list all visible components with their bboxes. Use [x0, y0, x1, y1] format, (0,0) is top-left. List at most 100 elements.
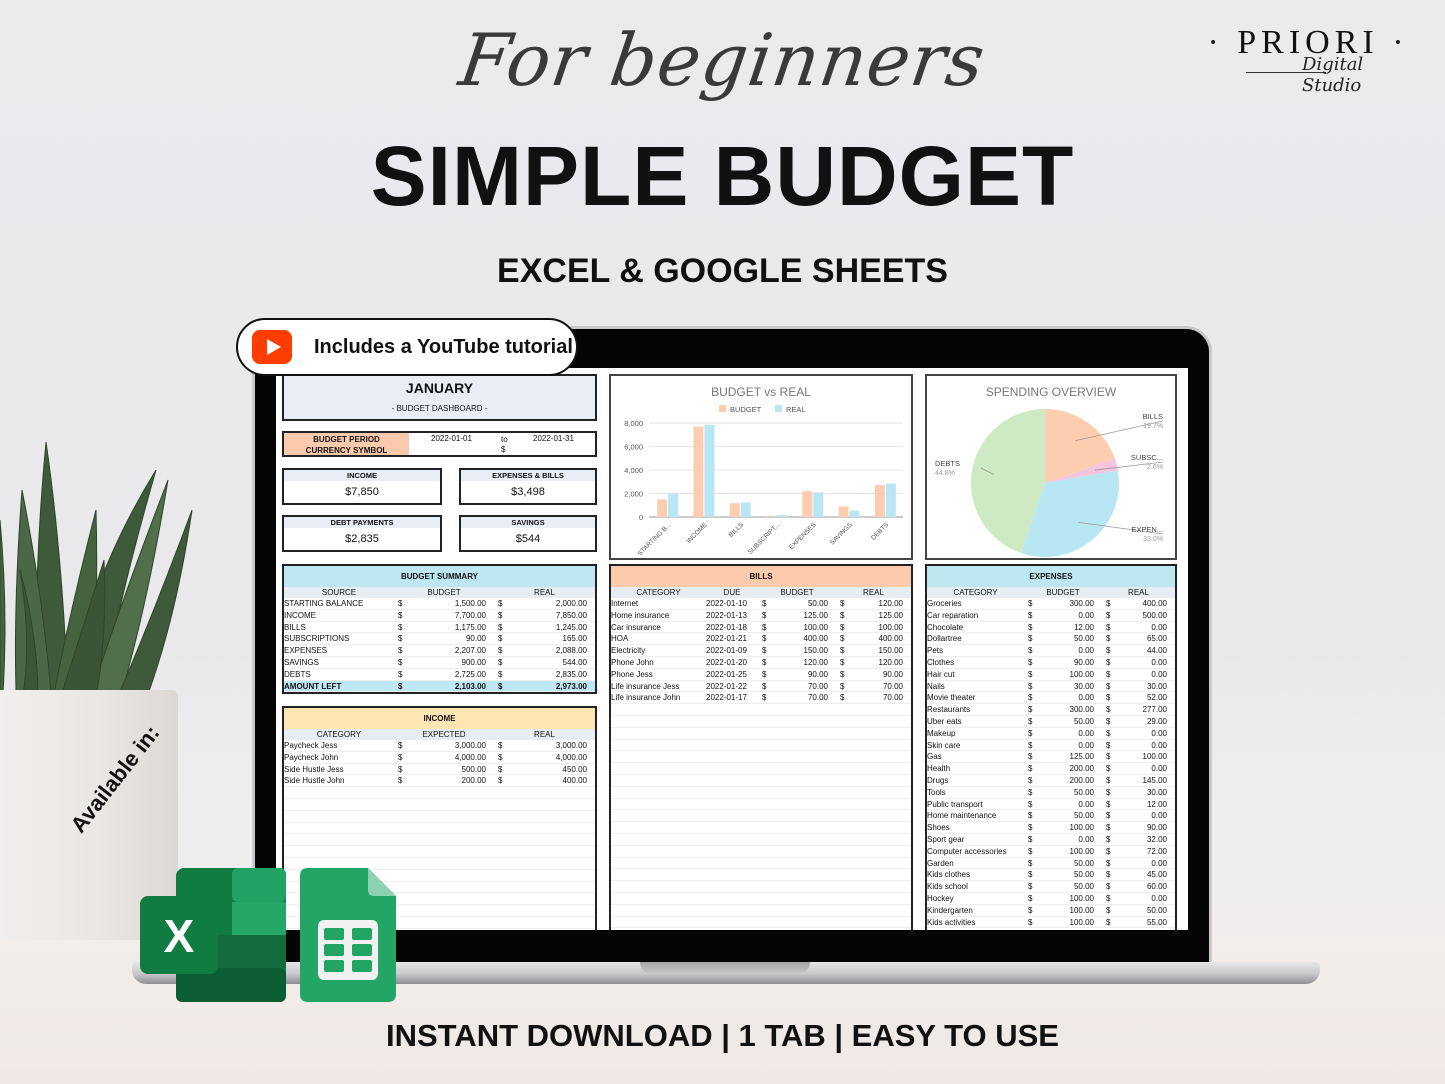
- table-cell[interactable]: $: [1102, 622, 1124, 633]
- table-cell[interactable]: $: [1102, 669, 1124, 680]
- table-cell[interactable]: Phone Jess: [611, 669, 706, 680]
- table-cell[interactable]: $: [494, 669, 524, 680]
- table-cell[interactable]: $: [1024, 905, 1046, 916]
- table-cell[interactable]: 50.00: [1124, 905, 1175, 916]
- table-cell[interactable]: 277.00: [1124, 704, 1175, 715]
- empty-row[interactable]: [611, 775, 911, 787]
- table-cell[interactable]: $: [1102, 893, 1124, 904]
- table-cell[interactable]: Shoes: [927, 822, 1024, 833]
- table-cell[interactable]: $: [1024, 716, 1046, 727]
- table-cell[interactable]: 70.00: [780, 692, 836, 703]
- table-cell[interactable]: Paycheck John: [284, 752, 394, 763]
- table-cell[interactable]: $: [1024, 846, 1046, 857]
- table-cell[interactable]: Kids clothes: [927, 869, 1024, 880]
- youtube-tutorial-badge[interactable]: Includes a YouTube tutorial: [236, 318, 578, 376]
- table-cell[interactable]: Restaurants: [927, 704, 1024, 715]
- empty-row[interactable]: [284, 811, 595, 823]
- empty-row[interactable]: [611, 728, 911, 740]
- table-cell[interactable]: 450.00: [524, 764, 595, 775]
- table-cell[interactable]: 30.00: [1124, 681, 1175, 692]
- table-cell[interactable]: 12.00: [1124, 799, 1175, 810]
- empty-row[interactable]: [284, 823, 595, 835]
- table-cell[interactable]: $: [836, 645, 858, 656]
- table-cell[interactable]: Movie theater: [927, 692, 1024, 703]
- table-cell[interactable]: 100.00: [1046, 822, 1102, 833]
- table-cell[interactable]: $: [758, 598, 780, 609]
- table-cell[interactable]: 100.00: [1046, 917, 1102, 928]
- table-cell[interactable]: $: [1024, 858, 1046, 869]
- table-cell[interactable]: 2022-01-17: [706, 692, 758, 703]
- table-cell[interactable]: Kids school: [927, 881, 1024, 892]
- table-cell[interactable]: $: [1024, 893, 1046, 904]
- table-cell[interactable]: $: [1102, 869, 1124, 880]
- table-cell[interactable]: 120.00: [858, 657, 911, 668]
- empty-row[interactable]: [611, 834, 911, 846]
- table-cell[interactable]: $: [1102, 858, 1124, 869]
- table-cell[interactable]: INCOME: [284, 610, 394, 621]
- table-cell[interactable]: 30.00: [1124, 787, 1175, 798]
- table-cell[interactable]: 400.00: [1124, 598, 1175, 609]
- table-cell[interactable]: 400.00: [858, 633, 911, 644]
- table-cell[interactable]: 60.00: [1124, 881, 1175, 892]
- table-cell[interactable]: 2022-01-10: [706, 598, 758, 609]
- table-cell[interactable]: 500.00: [424, 764, 494, 775]
- table-cell[interactable]: 100.00: [1046, 669, 1102, 680]
- table-cell[interactable]: $: [1102, 598, 1124, 609]
- empty-row[interactable]: [611, 881, 911, 893]
- table-cell[interactable]: Paycheck Jess: [284, 740, 394, 751]
- empty-row[interactable]: [284, 799, 595, 811]
- table-cell[interactable]: 55.00: [1124, 917, 1175, 928]
- table-cell[interactable]: $: [758, 669, 780, 680]
- table-cell[interactable]: Life insurance Jess: [611, 681, 706, 692]
- table-cell[interactable]: DEBTS: [284, 669, 394, 680]
- table-cell[interactable]: Tools: [927, 787, 1024, 798]
- table-cell[interactable]: BILLS: [284, 622, 394, 633]
- table-cell[interactable]: 65.00: [1124, 633, 1175, 644]
- table-cell[interactable]: 150.00: [858, 645, 911, 656]
- table-cell[interactable]: 100.00: [858, 622, 911, 633]
- empty-row[interactable]: [611, 905, 911, 917]
- table-cell[interactable]: 0.00: [1046, 692, 1102, 703]
- table-cell[interactable]: $: [758, 622, 780, 633]
- table-cell[interactable]: 0.00: [1046, 728, 1102, 739]
- table-cell[interactable]: 2022-01-25: [706, 669, 758, 680]
- table-cell[interactable]: 300.00: [1046, 598, 1102, 609]
- table-cell[interactable]: 0.00: [1124, 810, 1175, 821]
- table-cell[interactable]: $: [1024, 692, 1046, 703]
- table-cell[interactable]: Dollartree: [927, 633, 1024, 644]
- table-cell[interactable]: $: [394, 645, 424, 656]
- table-cell[interactable]: Garden: [927, 858, 1024, 869]
- table-cell[interactable]: $: [1102, 645, 1124, 656]
- table-cell[interactable]: 50.00: [1046, 881, 1102, 892]
- table-cell[interactable]: $: [494, 622, 524, 633]
- empty-row[interactable]: [611, 822, 911, 834]
- table-cell[interactable]: 0.00: [1124, 622, 1175, 633]
- table-cell[interactable]: 7,850.00: [524, 610, 595, 621]
- table-cell[interactable]: 90.00: [1124, 822, 1175, 833]
- table-cell[interactable]: 2022-01-09: [706, 645, 758, 656]
- table-cell[interactable]: 2,835.00: [524, 669, 595, 680]
- table-cell[interactable]: $: [494, 657, 524, 668]
- table-cell[interactable]: $: [1102, 917, 1124, 928]
- table-cell[interactable]: 2022-01-20: [706, 657, 758, 668]
- table-cell[interactable]: 150.00: [780, 645, 836, 656]
- period-end-cell[interactable]: 2022-01-31: [533, 434, 574, 443]
- table-cell[interactable]: 4,000.00: [524, 752, 595, 763]
- table-cell[interactable]: $: [494, 645, 524, 656]
- table-cell[interactable]: 44.00: [1124, 645, 1175, 656]
- table-cell[interactable]: SUBSCRIPTIONS: [284, 633, 394, 644]
- table-cell[interactable]: $: [836, 669, 858, 680]
- table-cell[interactable]: Computer accessories: [927, 846, 1024, 857]
- table-cell[interactable]: Hair cut: [927, 669, 1024, 680]
- table-cell[interactable]: 400.00: [780, 633, 836, 644]
- table-cell[interactable]: 125.00: [780, 610, 836, 621]
- table-cell[interactable]: Pets: [927, 645, 1024, 656]
- table-cell[interactable]: 1,500.00: [424, 598, 494, 609]
- table-cell[interactable]: Electricity: [611, 645, 706, 656]
- table-cell[interactable]: $: [1102, 787, 1124, 798]
- table-cell[interactable]: $: [1024, 810, 1046, 821]
- table-cell[interactable]: $: [494, 610, 524, 621]
- table-cell[interactable]: 12.00: [1046, 622, 1102, 633]
- table-cell[interactable]: Life insurance John: [611, 692, 706, 703]
- table-cell[interactable]: HOA: [611, 633, 706, 644]
